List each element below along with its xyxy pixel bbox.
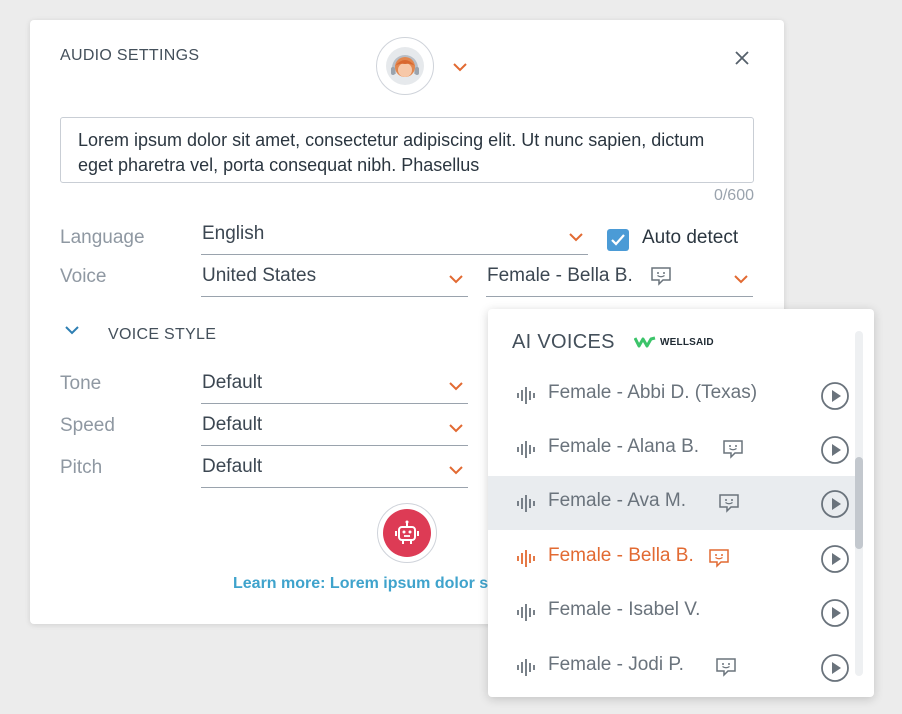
check-icon <box>611 234 625 246</box>
voice-style-chevron-icon[interactable] <box>64 325 80 335</box>
audio-wave-icon <box>517 604 535 621</box>
robot-icon-bg <box>383 509 431 557</box>
tone-label: Tone <box>60 373 102 394</box>
play-icon[interactable] <box>820 544 850 574</box>
language-select[interactable]: English <box>201 223 588 255</box>
chevron-down-icon <box>734 275 748 284</box>
voice-name: Female - Jodi P. <box>548 654 684 675</box>
voice-region-value: United States <box>202 265 317 286</box>
voice-name-value: Female - Bella B. <box>487 265 633 286</box>
speed-value: Default <box>202 414 263 435</box>
chevron-down-icon <box>449 466 463 475</box>
speed-label: Speed <box>60 415 115 436</box>
text-input[interactable]: Lorem ipsum dolor sit amet, consectetur … <box>60 117 754 183</box>
character-counter: 0/600 <box>713 187 754 204</box>
robot-button[interactable] <box>377 503 437 563</box>
audio-wave-icon <box>517 495 535 512</box>
voice-list-item[interactable]: Female - Abbi D. (Texas) <box>488 368 858 422</box>
auto-detect-label: Auto detect <box>642 227 739 248</box>
audio-wave-icon <box>517 387 535 404</box>
audio-wave-icon <box>517 441 535 458</box>
speech-bubble-icon <box>709 549 729 568</box>
voice-list-item[interactable]: Female - Alana B. <box>488 422 858 476</box>
avatar-icon <box>386 47 424 85</box>
speech-bubble-icon <box>716 658 736 677</box>
panel-title: AUDIO SETTINGS <box>60 47 200 64</box>
tone-value: Default <box>202 372 263 393</box>
pitch-value: Default <box>202 456 263 477</box>
learn-more-link[interactable]: Learn more: Lorem ipsum dolor s <box>233 575 493 593</box>
scrollbar-track[interactable] <box>855 331 863 676</box>
speech-bubble-icon <box>719 494 739 513</box>
play-icon[interactable] <box>820 489 850 519</box>
dropdown-title: AI VOICES <box>512 331 615 353</box>
pitch-select[interactable]: Default <box>201 456 468 488</box>
voice-list-item[interactable]: Female - Isabel V. <box>488 585 858 639</box>
voice-avatar[interactable] <box>376 37 434 95</box>
chevron-down-icon <box>569 233 583 242</box>
audio-wave-icon <box>517 659 535 676</box>
chevron-down-icon <box>449 424 463 433</box>
speech-bubble-icon <box>651 267 671 286</box>
voice-list-item[interactable]: Female - Bella B. <box>488 531 858 585</box>
brand-name: WELLSAID <box>660 336 714 348</box>
speech-bubble-icon <box>723 440 743 459</box>
voice-name-select[interactable]: Female - Bella B. <box>486 265 753 297</box>
voice-style-title[interactable]: VOICE STYLE <box>108 326 216 344</box>
voice-name: Female - Bella B. <box>548 545 694 566</box>
wellsaid-logo-icon <box>634 336 656 348</box>
play-icon[interactable] <box>820 381 850 411</box>
audio-wave-icon <box>517 550 535 567</box>
voice-list-item[interactable]: Female - Jodi P. <box>488 640 858 694</box>
voice-label: Voice <box>60 266 107 287</box>
voice-list-item[interactable]: Female - Ava M. <box>488 476 858 530</box>
play-icon[interactable] <box>820 598 850 628</box>
play-icon[interactable] <box>820 653 850 683</box>
voice-name: Female - Alana B. <box>548 436 700 457</box>
avatar-chevron-down-icon[interactable] <box>452 62 468 72</box>
chevron-down-icon <box>449 275 463 284</box>
ai-voices-dropdown: AI VOICES WELLSAID Female - Abbi D. (Tex… <box>488 309 874 697</box>
close-icon[interactable] <box>731 47 753 69</box>
speed-select[interactable]: Default <box>201 414 468 446</box>
pitch-label: Pitch <box>60 457 103 478</box>
language-value: English <box>202 223 265 244</box>
voice-region-select[interactable]: United States <box>201 265 468 297</box>
voice-name: Female - Abbi D. (Texas) <box>548 382 758 403</box>
robot-icon <box>395 520 419 544</box>
chevron-down-icon <box>449 382 463 391</box>
language-label: Language <box>60 227 145 248</box>
tone-select[interactable]: Default <box>201 372 468 404</box>
play-icon[interactable] <box>820 435 850 465</box>
voice-name: Female - Isabel V. <box>548 599 701 620</box>
wellsaid-logo: WELLSAID <box>634 336 714 348</box>
scrollbar-thumb[interactable] <box>855 457 863 549</box>
voice-name: Female - Ava M. <box>548 490 686 511</box>
auto-detect-checkbox[interactable] <box>607 229 629 251</box>
